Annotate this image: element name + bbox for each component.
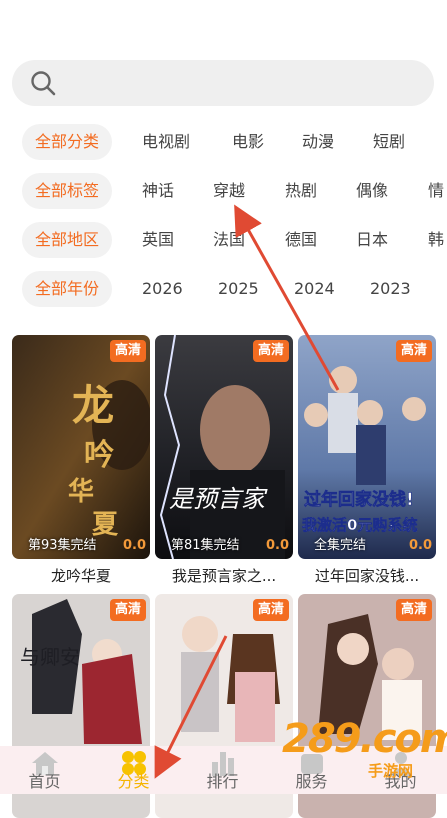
search-input[interactable]	[70, 68, 424, 100]
filter-year-option[interactable]: 2023	[370, 271, 411, 307]
hd-badge: 高清	[252, 599, 289, 621]
filter-tag-option[interactable]: 神话	[142, 173, 174, 209]
hd-badge: 高清	[252, 340, 289, 362]
filter-category-option[interactable]: 动漫	[302, 124, 334, 160]
filter-year-option[interactable]: 2026	[142, 271, 183, 307]
filter-category-all[interactable]: 全部分类	[22, 124, 112, 160]
filter-region-all[interactable]: 全部地区	[22, 222, 112, 258]
filter-region-option[interactable]: 法国	[213, 222, 245, 258]
filter-year-all[interactable]: 全部年份	[22, 271, 112, 307]
drama-title[interactable]: 我是预言家之...	[155, 565, 293, 586]
svg-text:华: 华	[68, 476, 94, 507]
filter-row-tag: 全部标签 神话 穿越 热剧 偶像 情	[0, 173, 447, 213]
tab-home[interactable]: 首页	[0, 746, 89, 794]
filter-category-option[interactable]: 短剧	[373, 124, 405, 160]
score: 0.0	[265, 538, 289, 553]
tab-label: 分类	[117, 772, 150, 791]
drama-poster[interactable]: 是预言家 高清 第81集完结 0.0	[155, 335, 293, 559]
hd-badge: 高清	[395, 599, 432, 621]
drama-card[interactable]: 龙 吟 华 夏 高清 第93集完结 0.0 龙吟华夏	[12, 335, 150, 586]
drama-poster[interactable]: 过年回家没钱! 我激活0元购系统 高清 全集完结 0.0	[298, 335, 436, 559]
drama-title[interactable]: 过年回家没钱...	[298, 565, 436, 586]
search-icon	[31, 71, 56, 96]
filter-region-option[interactable]: 德国	[285, 222, 317, 258]
svg-text:过年回家没钱!: 过年回家没钱!	[304, 489, 414, 510]
filter-tag-all[interactable]: 全部标签	[22, 173, 112, 209]
filter-year-option[interactable]: 2025	[218, 271, 259, 307]
filter-tag-option[interactable]: 穿越	[213, 173, 245, 209]
score: 0.0	[122, 538, 146, 553]
tab-label: 首页	[28, 772, 61, 791]
poster-title-art: 龙	[72, 381, 114, 430]
episode-status: 第81集完结	[171, 538, 240, 553]
tab-label: 排行	[206, 772, 239, 791]
filter-tag-option[interactable]: 偶像	[356, 173, 388, 209]
tab-ranking[interactable]: 排行	[178, 746, 267, 794]
filter-row-category: 全部分类 电视剧 电影 动漫 短剧	[0, 124, 447, 164]
svg-text:是预言家: 是预言家	[169, 485, 268, 513]
episode-status: 第93集完结	[28, 538, 97, 553]
filter-row-year: 全部年份 2026 2025 2024 2023	[0, 271, 447, 311]
episode-status: 全集完结	[314, 538, 367, 553]
score: 0.0	[408, 538, 432, 553]
tab-category[interactable]: 分类	[89, 746, 178, 794]
hd-badge: 高清	[395, 340, 432, 362]
drama-title[interactable]: 龙吟华夏	[12, 565, 150, 586]
filter-region-option[interactable]: 日本	[356, 222, 388, 258]
filter-region-option[interactable]: 韩	[428, 222, 444, 258]
filter-tag-option[interactable]: 热剧	[285, 173, 317, 209]
svg-text:我激活0元购系统: 我激活0元购系统	[302, 516, 417, 534]
drama-poster[interactable]: 龙 吟 华 夏 高清 第93集完结 0.0	[12, 335, 150, 559]
hd-badge: 高清	[109, 599, 146, 621]
filter-row-region: 全部地区 英国 法国 德国 日本 韩	[0, 222, 447, 262]
filter-region-option[interactable]: 英国	[142, 222, 174, 258]
poster-image: 是预言家	[155, 335, 293, 559]
drama-card[interactable]: 是预言家 高清 第81集完结 0.0 我是预言家之...	[155, 335, 293, 586]
filter-tag-option[interactable]: 情	[428, 173, 444, 209]
filter-category-option[interactable]: 电影	[232, 124, 264, 160]
drama-card[interactable]: 过年回家没钱! 我激活0元购系统 高清 全集完结 0.0 过年回家没钱...	[298, 335, 436, 586]
poster-image: 龙 吟 华 夏	[12, 335, 150, 559]
site-watermark: 289.com 手游网	[282, 716, 447, 782]
svg-text:吟: 吟	[84, 438, 114, 473]
search-bar[interactable]	[12, 60, 434, 106]
filter-year-option[interactable]: 2024	[294, 271, 335, 307]
svg-text:与卿安: 与卿安	[20, 645, 80, 669]
hd-badge: 高清	[109, 340, 146, 362]
poster-image: 过年回家没钱! 我激活0元购系统	[298, 335, 436, 559]
watermark-logo: 289.com	[282, 716, 447, 762]
filter-category-option[interactable]: 电视剧	[142, 124, 190, 160]
watermark-subtitle: 手游网	[368, 762, 414, 780]
